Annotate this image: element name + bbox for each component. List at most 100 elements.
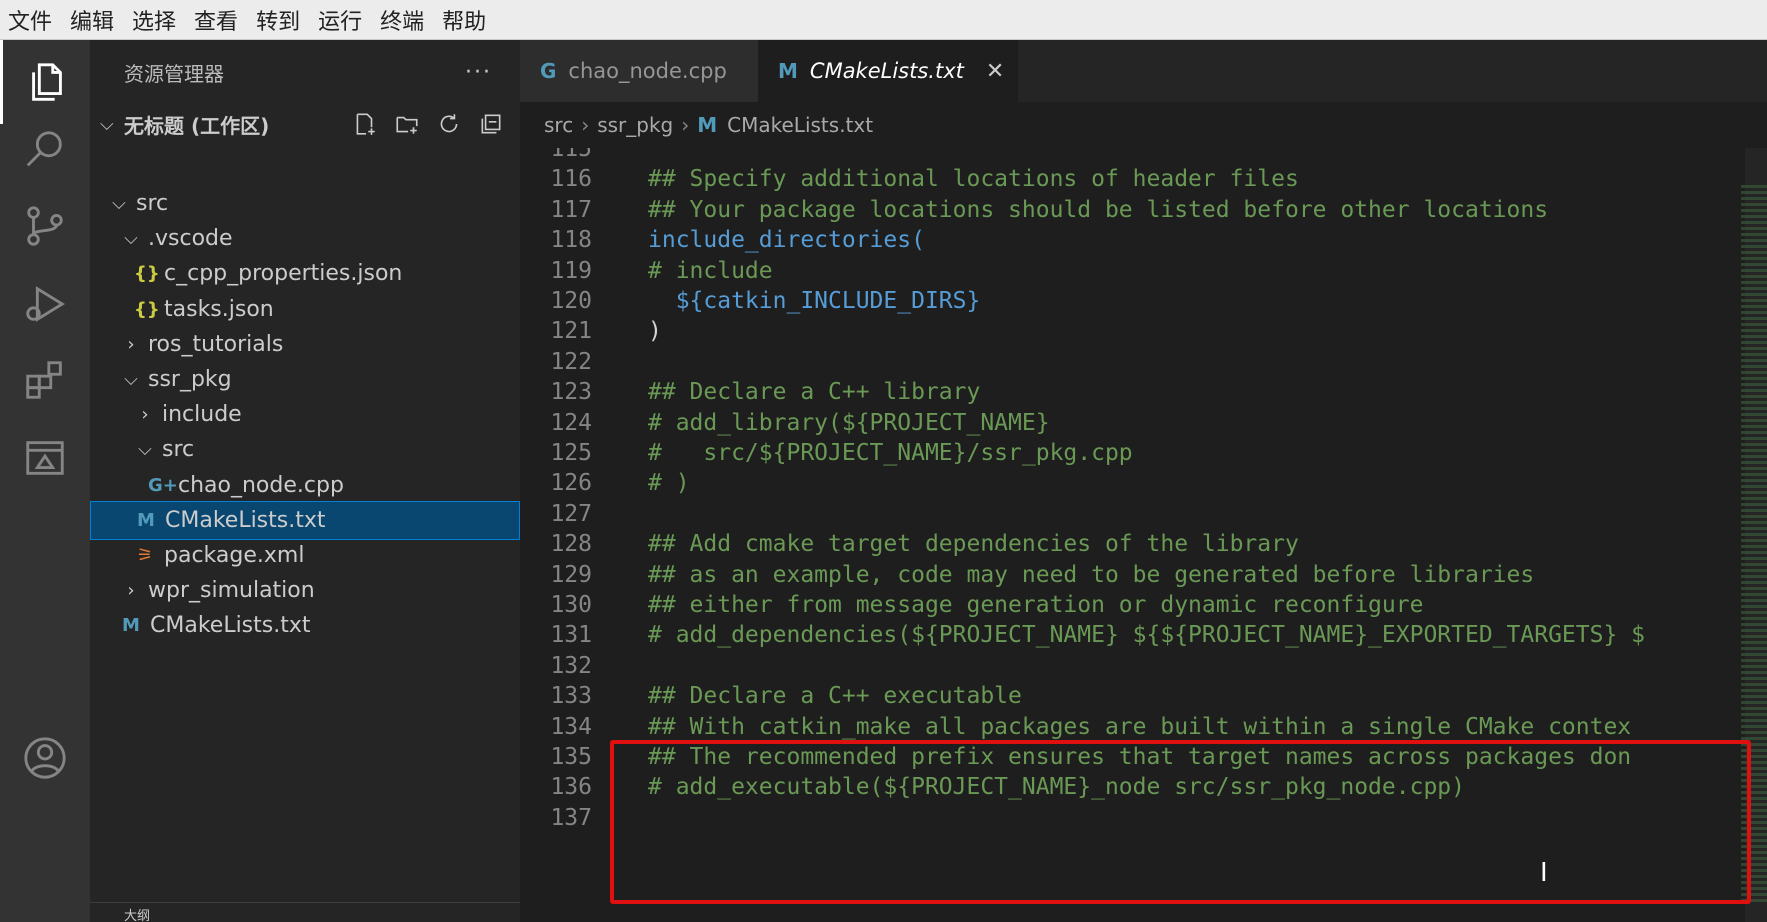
line-number: 115 (550, 148, 592, 162)
tree-item[interactable]: ⌵ .vscode (90, 219, 520, 258)
menu-file[interactable]: 文件 (8, 4, 52, 36)
remote-explorer-icon[interactable] (0, 416, 90, 500)
code-line[interactable]: 130 ## either from message generation or … (520, 590, 1745, 620)
breadcrumb-item[interactable]: CMakeLists.txt (727, 113, 873, 137)
tree-item[interactable]: G+ chao_node.cpp (90, 466, 520, 505)
line-number: 136 (550, 774, 592, 801)
refresh-icon[interactable] (434, 109, 464, 139)
workspace-header[interactable]: ⌵ 无标题 (工作区) (90, 104, 520, 144)
code-line[interactable]: 117 ## Your package locations should be l… (520, 195, 1745, 225)
more-actions-icon[interactable]: ··· (465, 60, 492, 85)
code-line[interactable]: 128 ## Add cmake target dependencies of t… (520, 529, 1745, 559)
tree-item-label: src (136, 191, 169, 216)
editor-tabs: G chao_node.cpp M CMakeLists.txt ✕ (520, 40, 1767, 102)
cpp-file-icon: G (540, 59, 557, 83)
chevron-down-icon: ⌵ (112, 193, 126, 214)
menu-bar: 文件 编辑 选择 查看 转到 运行 终端 帮助 (0, 0, 1767, 40)
outline-section[interactable]: 大纲 (90, 902, 520, 922)
menu-edit[interactable]: 编辑 (70, 4, 114, 36)
chevron-down-icon: ⌵ (124, 369, 138, 390)
tree-item[interactable]: M CMakeLists.txt (90, 500, 520, 540)
account-icon[interactable] (0, 716, 90, 800)
tree-item[interactable]: › ros_tutorials (90, 325, 520, 364)
line-number: 129 (550, 561, 592, 588)
menu-view[interactable]: 查看 (194, 4, 238, 36)
breadcrumb-item[interactable]: src (544, 113, 573, 137)
code-line[interactable]: 133 ## Declare a C++ executable (520, 681, 1745, 711)
breadcrumb: src › ssr_pkg › M CMakeLists.txt (520, 102, 1767, 148)
code-text: ${catkin_INCLUDE_DIRS} (648, 288, 981, 314)
chevron-down-icon: ⌵ (100, 113, 114, 135)
tree-item-label: package.xml (164, 543, 305, 568)
code-line[interactable]: 123 ## Declare a C++ library (520, 377, 1745, 407)
menu-terminal[interactable]: 终端 (380, 4, 424, 36)
tab-cmakelists-txt[interactable]: M CMakeLists.txt ✕ (758, 40, 1018, 102)
code-line[interactable]: 132 (520, 651, 1745, 681)
line-number: 131 (550, 622, 592, 649)
collapse-all-icon[interactable] (476, 109, 506, 139)
breadcrumb-item[interactable]: ssr_pkg (597, 113, 673, 137)
code-line[interactable]: 119 # include (520, 256, 1745, 286)
code-text: ## as an example, code may need to be ge… (648, 561, 1535, 588)
line-number: 128 (550, 531, 592, 558)
cmake-file-icon: M (122, 615, 140, 637)
code-line[interactable]: 115 (520, 148, 1745, 164)
code-line[interactable]: 116 ## Specify additional locations of he… (520, 164, 1745, 194)
menu-selection[interactable]: 选择 (132, 4, 176, 36)
tree-item[interactable]: › include (90, 395, 520, 434)
tree-item-label: ros_tutorials (148, 331, 284, 357)
menu-run[interactable]: 运行 (318, 4, 362, 36)
code-line[interactable]: 124 # add_library(${PROJECT_NAME} (520, 408, 1745, 438)
tree-item[interactable]: ⌵ src (90, 430, 520, 469)
code-text: ## Your package locations should be list… (648, 196, 1549, 223)
tree-item-label: include (162, 402, 242, 428)
code-line[interactable]: 131 # add_dependencies(${PROJECT_NAME} ${… (520, 620, 1745, 650)
cpp-file-icon: G+ (148, 474, 178, 496)
workspace-title: 无标题 (工作区) (124, 113, 270, 138)
json-file-icon: {} (134, 263, 160, 285)
code-line[interactable]: 122 (520, 347, 1745, 377)
code-line[interactable]: 134 ## With catkin_make all packages are … (520, 712, 1745, 742)
code-text: # src/${PROJECT_NAME}/ssr_pkg.cpp (648, 440, 1133, 466)
json-file-icon: {} (134, 298, 160, 320)
tab-chao-node-cpp[interactable]: G chao_node.cpp (520, 40, 758, 102)
line-number: 126 (550, 470, 592, 497)
menu-go[interactable]: 转到 (256, 4, 300, 36)
code-line[interactable]: 129 ## as an example, code may need to be… (520, 560, 1745, 590)
tree-item[interactable]: ⌵ src (90, 184, 520, 223)
tree-item[interactable]: ⚞ package.xml (90, 536, 520, 575)
line-number: 124 (550, 409, 592, 436)
code-line[interactable]: 120 ${catkin_INCLUDE_DIRS} (520, 286, 1745, 316)
line-number: 116 (550, 166, 592, 193)
code-line[interactable]: 126 # ) (520, 468, 1745, 498)
chevron-right-icon: › (127, 580, 135, 602)
menu-help[interactable]: 帮助 (442, 4, 486, 36)
tree-item[interactable]: {} tasks.json (90, 290, 520, 329)
code-text: ## either from message generation or dyn… (648, 592, 1424, 618)
code-text: ## With catkin_make all packages are bui… (648, 713, 1632, 740)
tree-item[interactable]: › wpr_simulation (90, 571, 520, 610)
xml-file-icon: ⚞ (136, 545, 154, 566)
code-line[interactable]: 118 include_directories( (520, 225, 1745, 255)
tree-item[interactable]: M CMakeLists.txt (90, 606, 520, 645)
tree-item[interactable]: ⌵ ssr_pkg (90, 360, 520, 399)
run-debug-icon[interactable] (0, 262, 90, 346)
line-number: 121 (550, 318, 592, 345)
code-line[interactable]: 121) (520, 316, 1745, 346)
new-folder-icon[interactable] (392, 109, 422, 139)
tree-item-label: .vscode (148, 226, 233, 252)
close-icon[interactable]: ✕ (986, 59, 1004, 84)
tree-item[interactable]: {} c_cpp_properties.json (90, 254, 520, 293)
tree-item-label: src (162, 437, 195, 463)
code-text: include_directories( (648, 227, 925, 254)
line-number: 118 (550, 227, 592, 254)
new-file-icon[interactable] (350, 109, 380, 139)
code-line[interactable]: 125 # src/${PROJECT_NAME}/ssr_pkg.cpp (520, 438, 1745, 468)
extensions-icon[interactable] (0, 338, 90, 422)
outline-label: 大纲 (124, 909, 151, 922)
search-icon[interactable] (0, 108, 90, 192)
source-control-icon[interactable] (0, 184, 90, 268)
chevron-right-icon: › (681, 113, 690, 137)
cmake-file-icon: M (778, 59, 798, 83)
code-line[interactable]: 127 (520, 499, 1745, 529)
